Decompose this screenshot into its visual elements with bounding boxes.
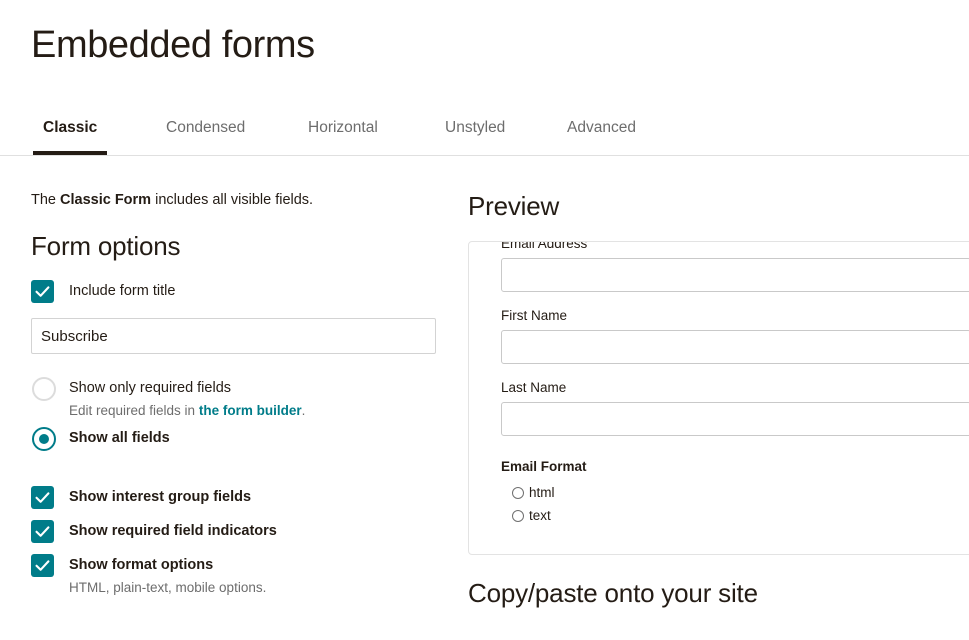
email-format-option-text[interactable]: text [501,506,969,529]
copy-paste-heading: Copy/paste onto your site [468,577,969,609]
tab-unstyled[interactable]: Unstyled [445,118,505,138]
tab-advanced-label: Advanced [567,119,636,136]
show-only-required-label: Show only required fields [69,376,441,401]
preview-email-input[interactable] [501,258,969,292]
preview-panel: Preview Email Address* First Name Last N… [468,190,969,609]
tab-horizontal-label: Horizontal [308,119,378,136]
show-all-fields-label: Show all fields [69,426,441,451]
show-format-options-sub: HTML, plain-text, mobile options. [69,578,441,597]
preview-field-first-name-label: First Name [501,307,969,325]
form-options-panel: The Classic Form includes all visible fi… [31,190,441,607]
intro-text: The Classic Form includes all visible fi… [31,190,441,210]
edit-required-prefix: Edit required fields in [69,403,199,418]
checkmark-icon[interactable] [31,554,54,577]
include-form-title-label: Include form title [69,280,441,303]
show-interest-group-fields-row[interactable]: Show interest group fields [31,486,441,510]
preview-field-last-name-label: Last Name [501,379,969,397]
spacer [31,470,441,486]
show-format-options-row[interactable]: Show format options HTML, plain-text, mo… [31,554,441,597]
show-required-field-indicators-row[interactable]: Show required field indicators [31,520,441,544]
email-format-text-label: text [529,506,969,526]
form-options-heading: Form options [31,230,441,262]
show-all-fields-row[interactable]: Show all fields [31,426,441,452]
intro-suffix: includes all visible fields. [151,192,313,208]
tab-advanced[interactable]: Advanced [567,118,636,138]
intro-prefix: The [31,192,60,208]
preview-field-email-label-text: Email Address [501,241,587,251]
tab-classic-label: Classic [43,119,97,136]
tab-horizontal[interactable]: Horizontal [308,118,378,138]
tab-classic[interactable]: Classic [43,118,97,138]
edit-required-suffix: . [302,403,306,418]
preview-form: Email Address* First Name Last Name Emai… [469,241,969,529]
email-format-html-label: html [529,483,969,503]
preview-field-first-name: First Name [501,307,969,364]
show-required-field-indicators-label: Show required field indicators [69,520,441,543]
preview-field-email: Email Address* [501,241,969,292]
checkmark-icon[interactable] [31,280,54,303]
preview-field-last-name: Last Name [501,379,969,436]
form-builder-link[interactable]: the form builder [199,403,302,418]
tab-condensed-label: Condensed [166,119,245,136]
show-only-required-row[interactable]: Show only required fields Edit required … [31,376,441,420]
show-format-options-label: Show format options [69,554,441,577]
embedded-forms-page: Embedded forms Classic Condensed Horizon… [0,0,969,640]
email-format-option-html[interactable]: html [501,483,969,506]
tab-condensed[interactable]: Condensed [166,118,245,138]
email-format-title: Email Format [501,458,969,476]
preview-first-name-input[interactable] [501,330,969,364]
radio-selected-icon[interactable] [32,427,56,451]
include-form-title-row[interactable]: Include form title [31,280,441,304]
checkmark-icon[interactable] [31,520,54,543]
show-interest-group-fields-label: Show interest group fields [69,486,441,509]
preview-last-name-input[interactable] [501,402,969,436]
tab-active-underline [33,151,107,155]
checkmark-icon[interactable] [31,486,54,509]
intro-bold: Classic Form [60,192,151,208]
tab-bar: Classic Condensed Horizontal Unstyled Ad… [0,118,969,156]
tab-unstyled-label: Unstyled [445,119,505,136]
page-title: Embedded forms [31,22,315,68]
radio-unselected-icon[interactable] [32,377,56,401]
form-title-input[interactable] [31,318,436,354]
preview-card[interactable]: Email Address* First Name Last Name Emai… [468,241,969,555]
preview-heading: Preview [468,190,969,222]
show-only-required-sub: Edit required fields in the form builder… [69,401,441,420]
radio-unselected-icon[interactable] [512,487,524,499]
radio-unselected-icon[interactable] [512,510,524,522]
required-asterisk-icon: * [589,241,594,249]
preview-field-email-label: Email Address* [501,241,969,253]
